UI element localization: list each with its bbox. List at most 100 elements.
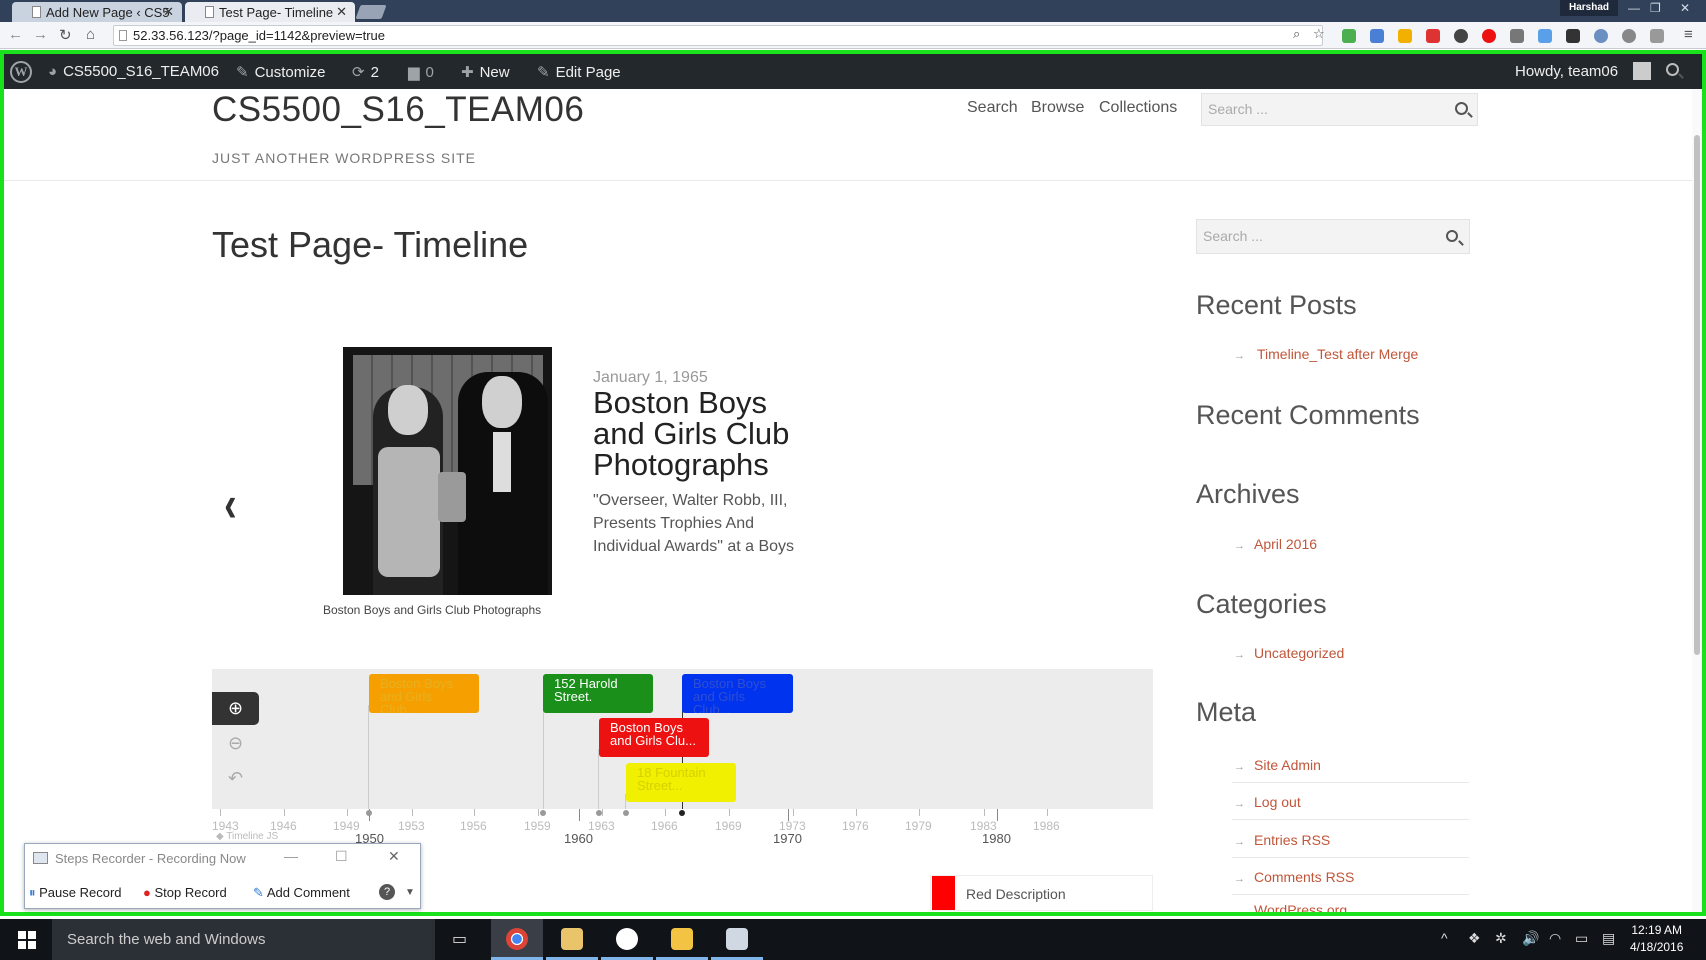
taskbar-clock[interactable]: 12:19 AM 4/18/2016 — [1630, 922, 1683, 956]
slack-taskbar-icon[interactable] — [601, 919, 653, 960]
home-icon[interactable]: ⌂ — [86, 26, 95, 43]
browser-tab-test-page[interactable]: Test Page- Timeline ✕ — [185, 2, 355, 22]
nav-browse[interactable]: Browse — [1031, 99, 1084, 117]
new-tab-button[interactable] — [355, 5, 387, 19]
taskbar-search-input[interactable]: Search the web and Windows — [52, 919, 435, 960]
wp-admin-bar: W ◕ CS5500_S16_TEAM06 ✎ Customize ⟳ 2 ▆ 0 ✚ N… — [4, 54, 1702, 89]
minimize-window-icon[interactable]: — — [1628, 1, 1640, 15]
timeline-marker[interactable]: Boston Boys and Girls Club... — [369, 674, 479, 713]
extension-icon[interactable] — [1622, 29, 1636, 43]
restore-window-icon[interactable]: ❐ — [1650, 1, 1661, 15]
photo-person — [373, 385, 443, 595]
recent-post-link[interactable]: Timeline_Test after Merge — [1257, 346, 1418, 362]
windows-start-icon[interactable] — [18, 931, 36, 949]
wifi-icon[interactable]: ◠ — [1549, 930, 1561, 947]
timeline-marker[interactable]: 152 Harold Street. — [543, 674, 653, 713]
marker-dot[interactable] — [623, 810, 629, 816]
close-icon[interactable]: ✕ — [388, 848, 400, 865]
zoom-out-icon[interactable]: ⊖ — [212, 727, 259, 760]
tray-app-icon[interactable]: ✲ — [1495, 930, 1507, 947]
admin-bar-updates[interactable]: ⟳ 2 — [352, 63, 379, 81]
wordpress-logo-icon[interactable]: W — [10, 61, 32, 83]
stop-record-button[interactable]: ● Stop Record — [143, 885, 227, 900]
drive-extension-icon[interactable] — [1398, 29, 1412, 43]
extension-icon[interactable] — [1566, 29, 1580, 43]
task-view-icon[interactable]: ▭ — [452, 929, 467, 949]
meta-link-site-admin[interactable]: Site Admin — [1254, 757, 1321, 773]
menu-icon[interactable]: ≡ — [1684, 26, 1693, 43]
back-arrow-icon[interactable]: ← — [8, 26, 23, 43]
marker-dot-active[interactable] — [679, 810, 685, 816]
add-comment-button[interactable]: ✎ Add Comment — [253, 885, 350, 901]
settings-extension-icon[interactable] — [1454, 29, 1468, 43]
bookmark-star-icon[interactable]: ☆ — [1313, 26, 1325, 42]
translate-extension-icon[interactable] — [1370, 29, 1384, 43]
address-bar[interactable]: 52.33.56.123/?page_id=1142&preview=true — [113, 25, 1323, 46]
admin-search-icon[interactable] — [1666, 63, 1679, 76]
chrome-taskbar-icon[interactable] — [491, 919, 543, 960]
show-hidden-icons-chevron-icon[interactable]: ^ — [1441, 930, 1448, 946]
taskbar-app-icon[interactable] — [546, 919, 598, 960]
category-link[interactable]: Uncategorized — [1254, 645, 1344, 661]
close-window-icon[interactable]: ✕ — [1680, 1, 1690, 15]
timeline-nav[interactable]: ⊕ ⊖ ↶ Boston Boys and Girls Club... 152 … — [212, 669, 1153, 809]
nav-search[interactable]: Search — [967, 99, 1018, 117]
marker-label: 152 Harold Street. — [554, 676, 618, 704]
photo-trophy — [438, 472, 466, 522]
reload-icon[interactable]: ↻ — [59, 26, 72, 44]
admin-bar-comments[interactable]: ▆ 0 — [408, 63, 434, 81]
extension-icon[interactable] — [1510, 29, 1524, 43]
extension-icon[interactable] — [1650, 29, 1664, 43]
browser-tab-add-new-page[interactable]: Add New Page ‹ CS5 ✕ — [12, 2, 182, 22]
forward-arrow-icon[interactable]: → — [33, 26, 48, 43]
steps-recorder-taskbar-icon[interactable] — [711, 919, 763, 960]
meta-link-comments-rss[interactable]: Comments RSS — [1254, 869, 1354, 885]
zoom-icon[interactable]: ⌕ — [1293, 26, 1300, 42]
opera-extension-icon[interactable] — [1482, 29, 1496, 43]
dropdown-arrow-icon[interactable]: ▼ — [405, 887, 415, 898]
back-to-start-icon[interactable]: ↶ — [212, 762, 259, 795]
pause-record-button[interactable]: ⏸ Pause Record — [29, 885, 122, 901]
minimize-icon[interactable]: — — [284, 848, 298, 864]
previous-slide-chevron-icon[interactable]: ‹ — [224, 475, 236, 533]
sidebar-search-input[interactable]: Search ... — [1196, 219, 1470, 254]
action-center-icon[interactable]: ▤ — [1602, 930, 1615, 947]
browser-profile-badge[interactable]: Harshad — [1560, 0, 1618, 16]
archive-link[interactable]: April 2016 — [1254, 536, 1317, 552]
timeline-marker[interactable]: 18 Fountain Street... — [626, 763, 736, 802]
marker-dot[interactable] — [596, 810, 602, 816]
extension-icon[interactable] — [1426, 29, 1440, 43]
meta-link-log-out[interactable]: Log out — [1254, 794, 1301, 810]
admin-bar-howdy[interactable]: Howdy, team06 — [1515, 63, 1618, 80]
marker-dot[interactable] — [366, 810, 372, 816]
admin-bar-new[interactable]: ✚ New — [461, 63, 510, 81]
zoom-in-icon[interactable]: ⊕ — [212, 692, 259, 725]
scrollbar-thumb[interactable] — [1694, 135, 1700, 655]
maximize-icon[interactable]: ☐ — [335, 848, 348, 865]
major-tick-label: 1960 — [564, 831, 593, 846]
file-explorer-taskbar-icon[interactable] — [656, 919, 708, 960]
admin-bar-site-name[interactable]: ◕ CS5500_S16_TEAM06 — [48, 63, 219, 80]
extension-icon[interactable] — [1594, 29, 1608, 43]
marker-dot[interactable] — [540, 810, 546, 816]
nav-collections[interactable]: Collections — [1099, 99, 1177, 117]
meta-link-wordpress-org[interactable]: WordPress.org — [1254, 902, 1347, 914]
admin-bar-customize[interactable]: ✎ Customize — [236, 63, 325, 81]
admin-bar-edit-page[interactable]: ✎ Edit Page — [537, 63, 621, 81]
site-title[interactable]: CS5500_S16_TEAM06 — [212, 90, 584, 130]
search-icon[interactable] — [1446, 230, 1458, 242]
search-icon[interactable] — [1455, 102, 1468, 115]
close-tab-icon[interactable]: ✕ — [336, 4, 347, 20]
battery-icon[interactable]: ▭ — [1575, 930, 1588, 947]
help-icon[interactable]: ? — [379, 884, 395, 900]
extension-icon[interactable] — [1538, 29, 1552, 43]
extension-icon[interactable] — [1342, 29, 1356, 43]
timeline-marker[interactable]: Boston Boys and Girls Club... — [682, 674, 793, 713]
volume-icon[interactable]: 🔊 — [1522, 930, 1539, 947]
close-tab-icon[interactable]: ✕ — [163, 4, 174, 20]
avatar[interactable] — [1633, 62, 1651, 80]
header-search-input[interactable]: Search ... — [1201, 93, 1478, 126]
timeline-marker[interactable]: Boston Boys and Girls Clu... — [599, 718, 709, 757]
dropbox-tray-icon[interactable]: ❖ — [1468, 930, 1481, 947]
meta-link-entries-rss[interactable]: Entries RSS — [1254, 832, 1330, 848]
